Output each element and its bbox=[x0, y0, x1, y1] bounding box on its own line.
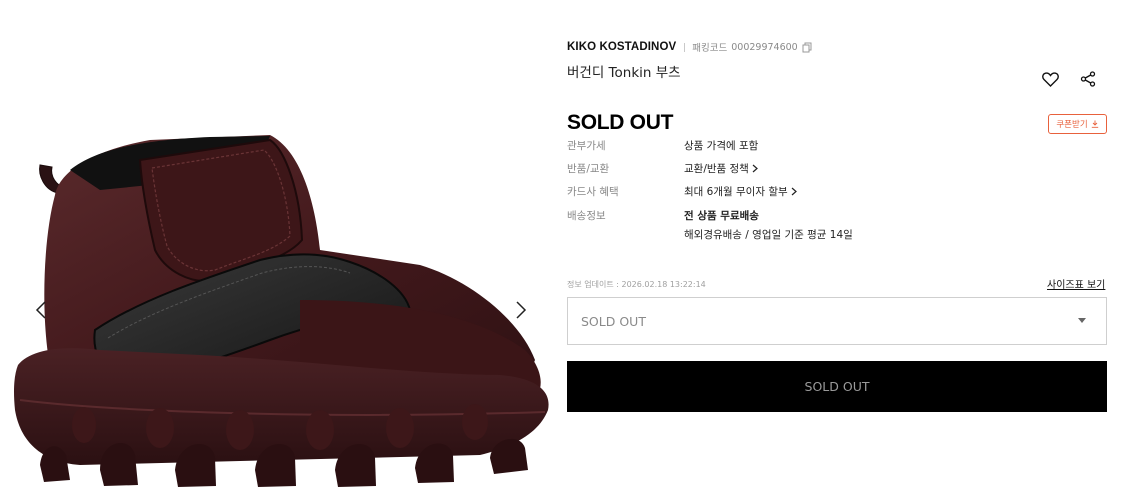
gallery-prev-button[interactable] bbox=[29, 295, 53, 325]
spec-label: 배송정보 bbox=[567, 210, 606, 222]
spec-value: 해외경유배송 / 영업일 기준 평균 14일 bbox=[684, 229, 853, 241]
chevron-left-icon bbox=[35, 301, 46, 319]
price-status: SOLD OUT bbox=[567, 111, 674, 134]
chevron-right-icon bbox=[791, 187, 797, 196]
product-code-value: 00029974600 bbox=[731, 41, 798, 53]
heart-icon bbox=[1041, 71, 1059, 87]
product-title: 버건디 Tonkin 부츠 bbox=[567, 65, 681, 81]
chevron-right-icon bbox=[516, 301, 527, 319]
caret-down-icon bbox=[1078, 318, 1086, 323]
card-benefit-link[interactable]: 최대 6개월 무이자 할부 bbox=[684, 184, 797, 199]
return-policy-link[interactable]: 교환/반품 정책 bbox=[684, 161, 758, 176]
option-select-value: SOLD OUT bbox=[581, 313, 646, 329]
wishlist-button[interactable] bbox=[1040, 69, 1060, 89]
product-code-label: 패킹코드 bbox=[692, 43, 728, 54]
share-icon bbox=[1080, 71, 1096, 87]
size-chart-link[interactable]: 사이즈표 보기 bbox=[1047, 276, 1105, 291]
spec-label: 관부가세 bbox=[567, 140, 606, 152]
share-button[interactable] bbox=[1078, 69, 1098, 89]
coupon-button[interactable]: 쿠폰받기 bbox=[1048, 114, 1107, 134]
divider bbox=[684, 42, 686, 52]
product-gallery bbox=[0, 0, 560, 500]
buy-button[interactable]: SOLD OUT bbox=[567, 361, 1107, 412]
coupon-label: 쿠폰받기 bbox=[1056, 120, 1088, 130]
copy-icon[interactable] bbox=[802, 42, 812, 53]
spec-value: 상품 가격에 포함 bbox=[684, 140, 759, 152]
spec-label: 카드사 혜택 bbox=[567, 186, 619, 198]
brand-row: KIKO KOSTADINOV 패킹코드 00029974600 bbox=[567, 40, 812, 54]
product-info-panel: KIKO KOSTADINOV 패킹코드 00029974600 버건디 Ton… bbox=[567, 0, 1107, 500]
spec-value: 전 상품 무료배송 bbox=[684, 210, 759, 222]
product-image bbox=[14, 135, 549, 487]
gallery-next-button[interactable] bbox=[509, 295, 533, 325]
option-select[interactable]: SOLD OUT bbox=[567, 297, 1107, 345]
download-icon bbox=[1091, 120, 1098, 128]
spec-label: 반품/교환 bbox=[567, 163, 610, 175]
info-updated-text: 정보 업데이트 : 2026.02.18 13:22:14 bbox=[567, 280, 706, 289]
brand-name[interactable]: KIKO KOSTADINOV bbox=[567, 41, 676, 53]
chevron-right-icon bbox=[752, 164, 758, 173]
